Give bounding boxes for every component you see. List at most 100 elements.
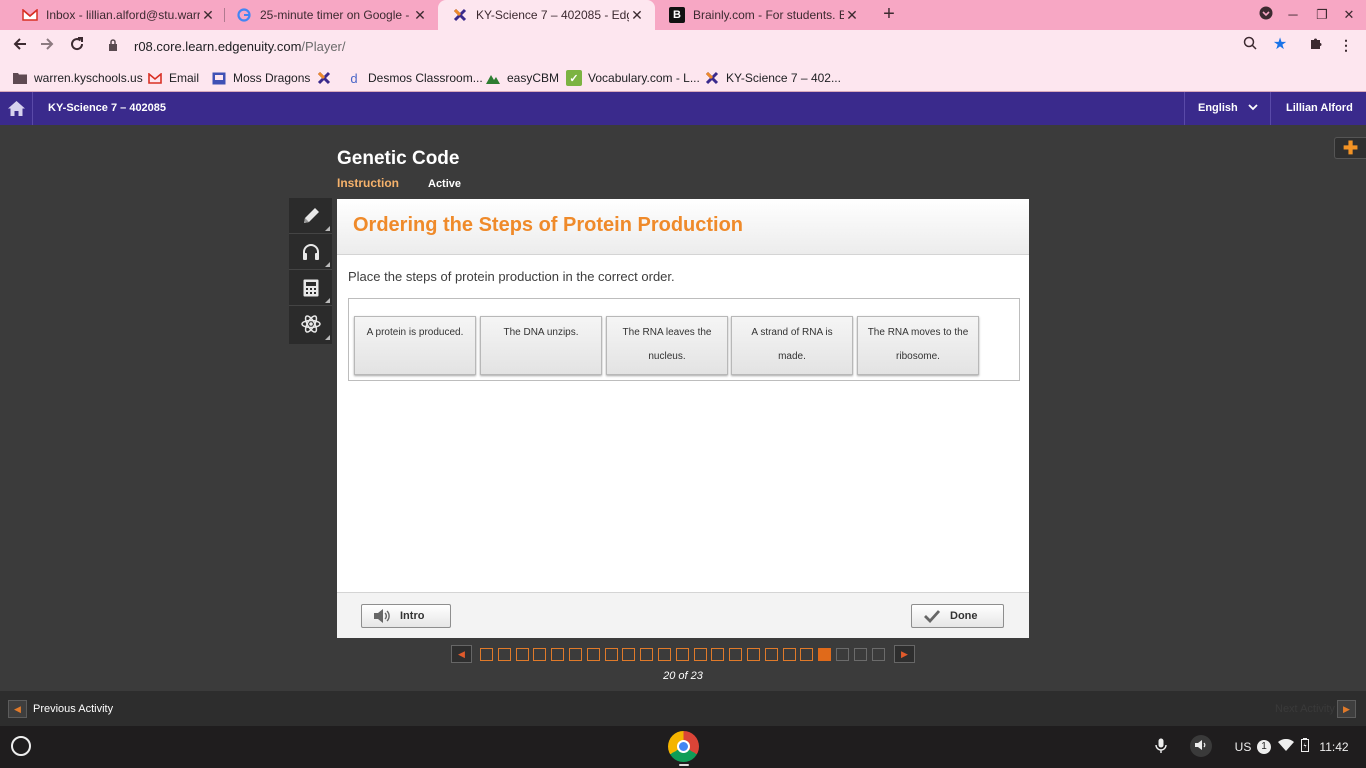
page-box[interactable] [836, 648, 849, 661]
running-indicator [679, 764, 689, 766]
close-icon[interactable]: ✕ [412, 7, 428, 24]
corner-indicator [325, 298, 330, 303]
previous-activity-arrow[interactable]: ◀ [8, 700, 27, 718]
page-box[interactable] [676, 648, 689, 661]
step-card[interactable]: A protein is produced. [354, 316, 476, 375]
chrome-app-icon[interactable] [668, 731, 699, 762]
page-box[interactable] [854, 648, 867, 661]
page-box[interactable] [516, 648, 529, 661]
tool-science-button[interactable] [289, 306, 332, 342]
language-select[interactable]: English [1184, 92, 1270, 125]
tab-gmail[interactable]: Inbox - lillian.alford@stu.warren ✕ [8, 0, 226, 30]
pager-prev-button[interactable]: ◀ [451, 645, 472, 663]
tab-instruction[interactable]: Instruction [337, 176, 399, 190]
close-icon[interactable]: ✕ [200, 7, 216, 24]
tab-brainly[interactable]: B Brainly.com - For students. By st ✕ [655, 0, 870, 30]
home-button[interactable] [0, 92, 33, 125]
step-card[interactable]: A strand of RNA is made. [731, 316, 853, 375]
bookmark-warren[interactable]: warren.kyschools.us [12, 69, 143, 87]
tab-title: Inbox - lillian.alford@stu.warren [46, 8, 200, 22]
page-box[interactable] [872, 648, 885, 661]
pager-next-button[interactable]: ▶ [894, 645, 915, 663]
step-card[interactable]: The RNA moves to the ribosome. [857, 316, 979, 375]
step-card[interactable]: The DNA unzips. [480, 316, 602, 375]
menu-kebab-icon[interactable]: ⋮ [1336, 35, 1356, 55]
tab-edgenuity[interactable]: KY-Science 7 – 402085 - Edgenu ✕ [438, 0, 655, 30]
wifi-icon [1278, 738, 1294, 756]
bookmark-label: warren.kyschools.us [34, 71, 143, 85]
expand-panel-button[interactable]: ✚ [1334, 137, 1366, 159]
back-button[interactable] [9, 35, 31, 57]
next-activity-arrow: ▶ [1337, 700, 1356, 718]
ordering-dropzone[interactable]: A protein is produced. The DNA unzips. T… [348, 298, 1020, 381]
bookmark-label: Email [169, 71, 200, 85]
clock[interactable]: 11:42 [1315, 738, 1353, 756]
microphone-icon[interactable] [1152, 738, 1170, 756]
bookmark-desmos[interactable]: d Desmos Classroom... [346, 69, 482, 87]
triangle-left-icon: ◀ [458, 649, 465, 659]
bookmark-ky-science[interactable]: KY-Science 7 – 402... [704, 69, 841, 87]
page-box[interactable] [569, 648, 582, 661]
launcher-button[interactable] [11, 736, 31, 756]
bookmark-edgenuity[interactable] [316, 69, 338, 87]
page-box[interactable] [694, 648, 707, 661]
page-box[interactable] [800, 648, 813, 661]
extensions-icon[interactable] [1306, 35, 1326, 55]
tool-calculator-button[interactable] [289, 270, 332, 306]
language-label: English [1198, 102, 1238, 114]
forward-button[interactable] [36, 35, 58, 57]
bookmark-easycbm[interactable]: easyCBM [485, 69, 559, 87]
chevron-down-icon [1248, 92, 1258, 125]
page-box[interactable] [711, 648, 724, 661]
page-box[interactable] [533, 648, 546, 661]
browser-toolbar: r08.core.learn.edgenuity.com/Player/ ★ ⋮ [0, 30, 1366, 63]
done-button[interactable]: Done [911, 604, 1004, 628]
tool-audio-button[interactable] [289, 234, 332, 270]
notification-count-badge[interactable]: 1 [1257, 740, 1271, 754]
page-box[interactable] [747, 648, 760, 661]
page-box[interactable] [480, 648, 493, 661]
close-icon[interactable]: ✕ [629, 7, 645, 24]
page-box[interactable] [605, 648, 618, 661]
tab-search-button[interactable] [1257, 6, 1275, 24]
tab-google-timer[interactable]: 25-minute timer on Google - Goo ✕ [222, 0, 438, 30]
page-box[interactable] [640, 648, 653, 661]
close-window-button[interactable]: ✕ [1340, 6, 1358, 24]
restore-button[interactable]: ❐ [1313, 6, 1331, 24]
checkmark-icon [922, 609, 942, 623]
tool-pencil-button[interactable] [289, 198, 332, 234]
bookmark-vocabulary[interactable]: ✓ Vocabulary.com - L... [566, 69, 700, 87]
activity-frame: Ordering the Steps of Protein Production… [337, 199, 1029, 638]
bookmark-star-icon[interactable]: ★ [1270, 35, 1290, 55]
keyboard-layout[interactable]: US [1232, 738, 1254, 756]
plus-icon: ✚ [1342, 138, 1359, 158]
page-box[interactable] [658, 648, 671, 661]
reload-icon [71, 37, 84, 51]
intro-button[interactable]: Intro [361, 604, 451, 628]
activity-title: Ordering the Steps of Protein Production [353, 214, 744, 236]
step-card[interactable]: The RNA leaves the nucleus. [606, 316, 728, 375]
previous-activity-link[interactable]: Previous Activity [33, 691, 113, 727]
tools-panel [289, 198, 332, 344]
page-box[interactable] [587, 648, 600, 661]
page-box[interactable] [783, 648, 796, 661]
page-box[interactable] [551, 648, 564, 661]
page-box[interactable] [765, 648, 778, 661]
corner-indicator [325, 335, 330, 340]
lesson-title: Genetic Code [337, 148, 460, 169]
page-box[interactable] [498, 648, 511, 661]
page-box[interactable] [622, 648, 635, 661]
triangle-right-icon: ▶ [1343, 704, 1350, 714]
reload-button[interactable] [66, 35, 88, 57]
page-box-current[interactable] [818, 648, 831, 661]
close-icon[interactable]: ✕ [844, 7, 860, 24]
new-tab-button[interactable]: + [878, 3, 900, 25]
bookmark-moss-dragons[interactable]: Moss Dragons [211, 69, 310, 87]
user-menu[interactable]: Lillian Alford [1270, 92, 1366, 125]
pencil-icon [303, 207, 319, 223]
address-bar[interactable]: r08.core.learn.edgenuity.com/Player/ [98, 33, 1298, 60]
bookmark-email[interactable]: Email [147, 69, 199, 87]
minimize-button[interactable]: ─ [1284, 6, 1302, 24]
page-box[interactable] [729, 648, 742, 661]
zoom-icon[interactable] [1240, 35, 1260, 55]
